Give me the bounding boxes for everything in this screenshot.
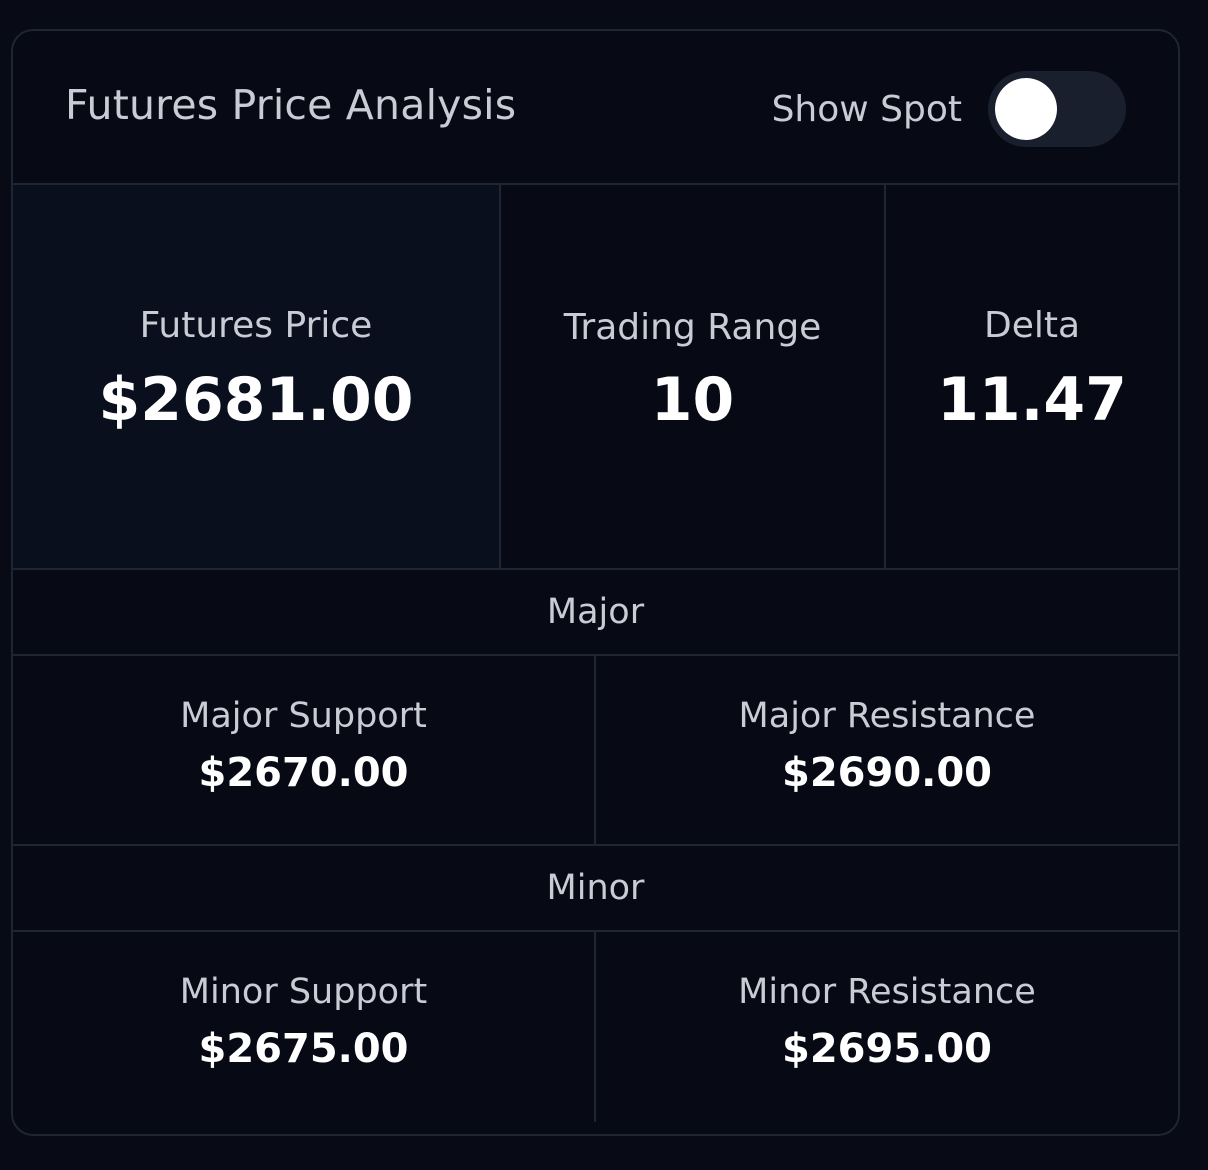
minor-support-cell: Minor Support $2675.00: [13, 932, 596, 1122]
stats-row: Futures Price $2681.00 Trading Range 10 …: [13, 185, 1178, 570]
major-support-label: Major Support: [180, 696, 427, 736]
delta-panel: Delta 11.47: [886, 185, 1178, 568]
show-spot-control: Show Spot: [772, 71, 1126, 147]
major-resistance-label: Major Resistance: [738, 696, 1036, 736]
card-title: Futures Price Analysis: [65, 81, 517, 129]
futures-price-value: $2681.00: [98, 365, 414, 435]
minor-resistance-cell: Minor Resistance $2695.00: [596, 932, 1178, 1122]
futures-price-analysis-card: Futures Price Analysis Show Spot Futures…: [11, 29, 1180, 1136]
futures-price-label: Futures Price: [139, 305, 373, 346]
card-header: Futures Price Analysis Show Spot: [13, 31, 1178, 185]
minor-resistance-value: $2695.00: [781, 1026, 993, 1072]
futures-price-panel: Futures Price $2681.00: [13, 185, 501, 568]
major-support-cell: Major Support $2670.00: [13, 656, 596, 844]
major-levels-row: Major Support $2670.00 Major Resistance …: [13, 656, 1178, 846]
major-section-heading: Major: [13, 570, 1178, 656]
toggle-knob: [995, 78, 1057, 140]
trading-range-value: 10: [650, 365, 735, 435]
delta-label: Delta: [983, 305, 1081, 346]
delta-value: 11.47: [937, 365, 1127, 435]
show-spot-label: Show Spot: [771, 88, 962, 130]
trading-range-panel: Trading Range 10: [501, 185, 886, 568]
minor-support-value: $2675.00: [198, 1026, 409, 1072]
major-resistance-value: $2690.00: [781, 750, 993, 796]
minor-levels-row: Minor Support $2675.00 Minor Resistance …: [13, 932, 1178, 1122]
trading-range-label: Trading Range: [563, 307, 822, 348]
show-spot-toggle[interactable]: [988, 71, 1126, 147]
minor-section-heading: Minor: [13, 846, 1178, 932]
minor-resistance-label: Minor Resistance: [738, 972, 1036, 1012]
major-support-value: $2670.00: [198, 750, 409, 796]
minor-support-label: Minor Support: [179, 972, 428, 1012]
major-resistance-cell: Major Resistance $2690.00: [596, 656, 1178, 844]
